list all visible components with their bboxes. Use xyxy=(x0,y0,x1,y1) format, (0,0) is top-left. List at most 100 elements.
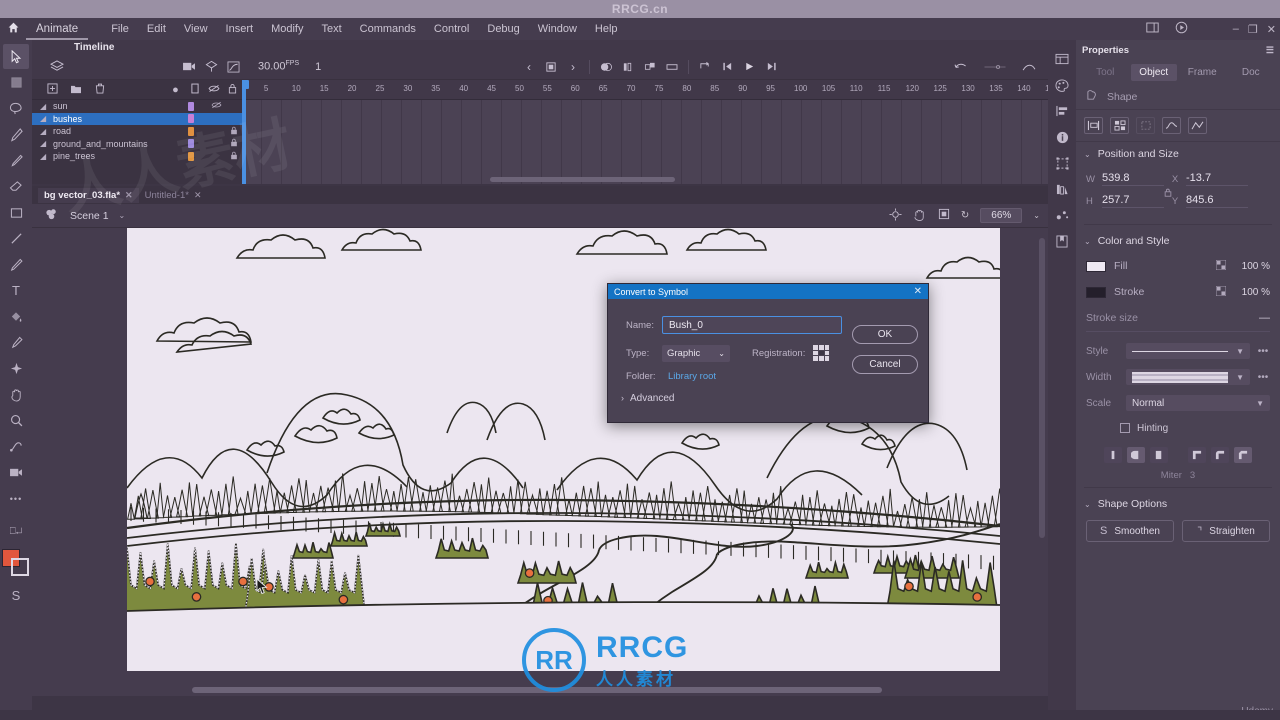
maximize-button[interactable]: ❐ xyxy=(1248,23,1258,36)
chevron-down-icon[interactable]: ⌄ xyxy=(1084,500,1091,509)
stroke-alpha-value[interactable]: 100 % xyxy=(1234,287,1270,298)
lock-column-icon[interactable] xyxy=(223,83,242,97)
bone-tool[interactable] xyxy=(3,434,29,459)
hand-tool[interactable] xyxy=(3,382,29,407)
fill-alpha-value[interactable]: 100 % xyxy=(1234,261,1270,272)
chevron-down-icon[interactable]: ▼ xyxy=(1256,399,1264,408)
tab-object[interactable]: Object xyxy=(1130,63,1177,81)
rectangle-tool[interactable] xyxy=(3,200,29,225)
layer-row-ground-and-mountains[interactable]: ◢ ground_and_mountains xyxy=(32,138,242,151)
onion-outline-icon[interactable] xyxy=(617,57,639,77)
doc-tab-untitled-1[interactable]: Untitled-1* ✕ xyxy=(139,188,208,203)
layer-visibility-toggle[interactable] xyxy=(208,101,225,111)
layer-name[interactable]: bushes xyxy=(53,114,188,124)
registration-point-grid[interactable] xyxy=(813,345,830,361)
undo-icon[interactable] xyxy=(950,57,972,77)
fps-display[interactable]: 30.00FPS xyxy=(258,60,299,73)
menu-item-debug[interactable]: Debug xyxy=(478,18,528,40)
text-tool[interactable]: T xyxy=(3,278,29,303)
stroke-swatch[interactable] xyxy=(1086,286,1106,298)
cancel-button[interactable]: Cancel xyxy=(852,355,918,374)
loop-icon[interactable] xyxy=(694,57,716,77)
layer-depth-icon[interactable] xyxy=(200,57,222,77)
match-size-icon[interactable] xyxy=(1136,117,1155,134)
panel-menu-icon[interactable]: ☰ xyxy=(1266,45,1274,56)
frame-grid[interactable] xyxy=(242,100,1048,184)
close-icon[interactable]: ✕ xyxy=(194,190,202,201)
assets-icon[interactable] xyxy=(1051,176,1073,202)
rotate-stage-icon[interactable] xyxy=(913,208,927,224)
layer-lock-toggle[interactable] xyxy=(225,151,242,162)
layer-row-sun[interactable]: ◢ sun xyxy=(32,100,242,113)
resize-icon[interactable] xyxy=(1018,57,1040,77)
close-icon[interactable]: ✕ xyxy=(914,286,922,297)
smoothen-button[interactable]: S Smoothen xyxy=(1086,520,1174,542)
playhead[interactable] xyxy=(242,80,249,184)
cap-round-icon[interactable] xyxy=(1127,447,1145,463)
menu-item-file[interactable]: File xyxy=(102,18,138,40)
straighten-button[interactable]: ⌝ Straighten xyxy=(1182,520,1270,542)
graph-editor-icon[interactable] xyxy=(222,57,244,77)
close-icon[interactable]: ✕ xyxy=(125,190,133,201)
reset-rotation-icon[interactable]: ↻ xyxy=(961,210,969,221)
cap-square-icon[interactable] xyxy=(1150,447,1168,463)
layer-name[interactable]: sun xyxy=(53,101,188,111)
stage-vertical-scrollbar[interactable] xyxy=(1039,238,1045,538)
position-section-header[interactable]: ⌄ Position and Size xyxy=(1076,142,1280,166)
onion-skin-icon[interactable] xyxy=(595,57,617,77)
paint-bucket-tool[interactable] xyxy=(3,304,29,329)
home-icon[interactable] xyxy=(0,21,26,37)
motion-icon[interactable] xyxy=(1051,202,1073,228)
smooth-icon[interactable] xyxy=(1162,117,1181,134)
next-keyframe-icon[interactable]: › xyxy=(562,57,584,77)
test-movie-icon[interactable] xyxy=(1175,21,1188,37)
menu-item-control[interactable]: Control xyxy=(425,18,478,40)
advanced-row[interactable]: › Advanced xyxy=(608,387,928,409)
miter-value[interactable]: 3 xyxy=(1190,470,1195,481)
symbol-name-input[interactable] xyxy=(662,316,842,334)
join-miter-icon[interactable] xyxy=(1188,447,1206,463)
current-frame-display[interactable]: 1 xyxy=(315,61,321,73)
clip-content-icon[interactable] xyxy=(938,208,950,223)
chevron-down-icon[interactable]: ⌄ xyxy=(119,211,126,220)
minimize-button[interactable]: – xyxy=(1233,23,1239,35)
straighten-icon[interactable] xyxy=(1188,117,1207,134)
chevron-right-icon[interactable]: › xyxy=(621,393,624,403)
cap-none-icon[interactable] xyxy=(1104,447,1122,463)
symbol-type-dropdown[interactable]: Graphic ⌄ xyxy=(662,344,730,362)
scene-name[interactable]: Scene 1 xyxy=(70,210,109,222)
output-icon[interactable] xyxy=(1051,228,1073,254)
layer-row-bushes[interactable]: ◢ bushes xyxy=(32,112,242,125)
line-tool[interactable] xyxy=(3,226,29,251)
style-options-icon[interactable]: ••• xyxy=(1256,346,1270,357)
lasso-tool[interactable] xyxy=(3,96,29,121)
selection-tool[interactable] xyxy=(3,44,29,69)
eyedropper-tool[interactable] xyxy=(3,330,29,355)
align-icon[interactable] xyxy=(1051,98,1073,124)
eraser-tool[interactable] xyxy=(3,174,29,199)
distribute-icon[interactable] xyxy=(1110,117,1129,134)
chevron-down-icon[interactable]: ⌄ xyxy=(1084,237,1091,246)
height-value[interactable]: 257.7 xyxy=(1102,194,1164,208)
menu-item-commands[interactable]: Commands xyxy=(351,18,425,40)
step-forward-icon[interactable] xyxy=(760,57,782,77)
width-value[interactable]: 539.8 xyxy=(1102,172,1164,186)
menu-item-help[interactable]: Help xyxy=(586,18,627,40)
library-icon[interactable] xyxy=(1051,46,1073,72)
color-swatches[interactable] xyxy=(2,549,30,577)
tab-frame[interactable]: Frame xyxy=(1179,64,1226,81)
menu-item-insert[interactable]: Insert xyxy=(217,18,263,40)
layer-row-road[interactable]: ◢ road xyxy=(32,125,242,138)
align-icon[interactable] xyxy=(1084,117,1103,134)
menu-item-edit[interactable]: Edit xyxy=(138,18,175,40)
shape-options-header[interactable]: ⌄ Shape Options xyxy=(1076,492,1280,516)
hinting-row[interactable]: Hinting xyxy=(1076,416,1280,440)
brush-tool[interactable] xyxy=(3,148,29,173)
delete-layer-icon[interactable] xyxy=(88,83,112,97)
timeline-horizontal-scrollbar[interactable] xyxy=(490,177,675,182)
transform-icon[interactable] xyxy=(1051,150,1073,176)
zoom-level-field[interactable]: 66% xyxy=(980,208,1023,223)
y-value[interactable]: 845.6 xyxy=(1186,194,1248,208)
info-icon[interactable] xyxy=(1051,124,1073,150)
color-icon[interactable] xyxy=(1051,72,1073,98)
